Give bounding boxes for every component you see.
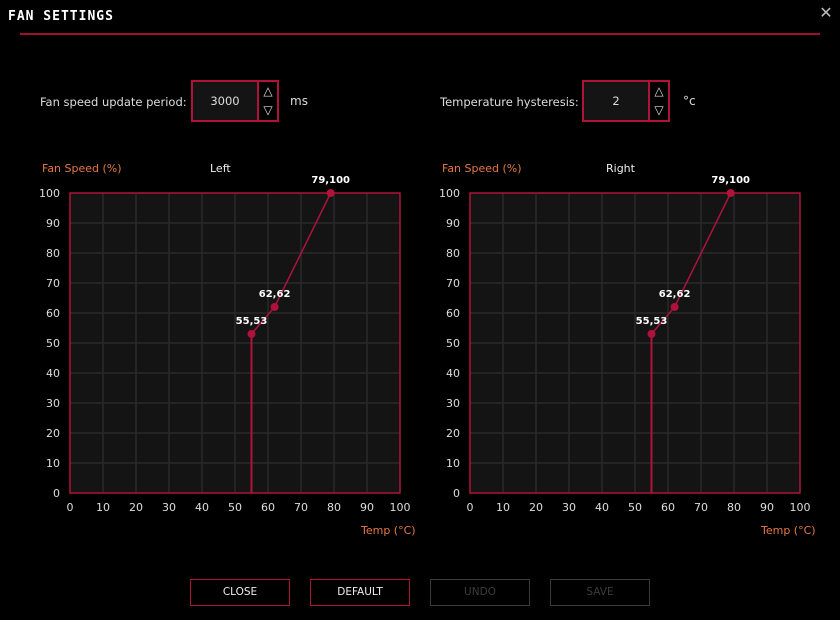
save-button[interactable]: SAVE — [550, 579, 650, 606]
y-tick-label: 70 — [446, 277, 460, 290]
point-label: 79,100 — [311, 175, 350, 186]
x-tick-label: 50 — [628, 501, 642, 514]
y-tick-label: 20 — [46, 427, 60, 440]
y-tick-label: 90 — [46, 217, 60, 230]
x-tick-label: 80 — [327, 501, 341, 514]
x-tick-label: 90 — [360, 501, 374, 514]
point-label: 62,62 — [259, 289, 291, 300]
curve-point — [247, 330, 256, 338]
curve-point — [647, 330, 656, 338]
y-tick-label: 60 — [446, 307, 460, 320]
x-tick-label: 40 — [595, 501, 609, 514]
x-tick-label: 30 — [162, 501, 176, 514]
x-tick-label: 10 — [496, 501, 510, 514]
point-label: 55,53 — [236, 316, 268, 327]
x-tick-label: 60 — [261, 501, 275, 514]
close-button[interactable]: CLOSE — [190, 579, 290, 606]
x-tick-label: 0 — [467, 501, 474, 514]
point-label: 55,53 — [636, 316, 668, 327]
undo-button[interactable]: UNDO — [430, 579, 530, 606]
x-tick-label: 30 — [562, 501, 576, 514]
y-tick-label: 0 — [453, 487, 460, 500]
x-tick-label: 20 — [529, 501, 543, 514]
x-tick-label: 70 — [294, 501, 308, 514]
x-tick-label: 70 — [694, 501, 708, 514]
point-label: 79,100 — [711, 175, 750, 186]
y-tick-label: 70 — [46, 277, 60, 290]
y-tick-label: 90 — [446, 217, 460, 230]
x-tick-label: 0 — [67, 501, 74, 514]
y-tick-label: 0 — [53, 487, 60, 500]
x-tick-label: 20 — [129, 501, 143, 514]
y-tick-label: 80 — [446, 247, 460, 260]
default-button[interactable]: DEFAULT — [310, 579, 410, 606]
curve-point — [326, 189, 335, 197]
curve-point — [726, 189, 735, 197]
right-fan-curve-chart: 0 10 20 30 40 50 60 70 80 90 100 0 10 20 30 40 50 60 70 80 9… — [439, 175, 811, 514]
x-tick-label: 40 — [195, 501, 209, 514]
y-tick-label: 50 — [446, 337, 460, 350]
left-fan-curve-chart: 0 10 20 30 40 50 60 70 80 90 100 0 10 20 30 40 50 60 70 80 9… — [39, 175, 411, 514]
curve-point — [270, 303, 279, 311]
y-tick-label: 40 — [446, 367, 460, 380]
y-tick-label: 50 — [46, 337, 60, 350]
y-tick-label: 100 — [39, 187, 60, 200]
y-tick-label: 20 — [446, 427, 460, 440]
x-tick-label: 80 — [727, 501, 741, 514]
curve-point — [670, 303, 679, 311]
x-tick-label: 100 — [390, 501, 411, 514]
fan-curve-charts: 0 10 20 30 40 50 60 70 80 90 100010203040506070809… — [39, 175, 811, 514]
y-tick-label: 80 — [46, 247, 60, 260]
y-tick-label: 30 — [46, 397, 60, 410]
y-tick-label: 60 — [46, 307, 60, 320]
y-tick-label: 10 — [46, 457, 60, 470]
y-tick-label: 30 — [446, 397, 460, 410]
x-tick-label: 60 — [661, 501, 675, 514]
x-tick-label: 10 — [96, 501, 110, 514]
point-label: 62,62 — [659, 289, 691, 300]
x-tick-label: 90 — [760, 501, 774, 514]
x-tick-label: 50 — [228, 501, 242, 514]
y-tick-label: 10 — [446, 457, 460, 470]
y-tick-label: 100 — [439, 187, 460, 200]
x-tick-label: 100 — [790, 501, 811, 514]
y-tick-label: 40 — [46, 367, 60, 380]
